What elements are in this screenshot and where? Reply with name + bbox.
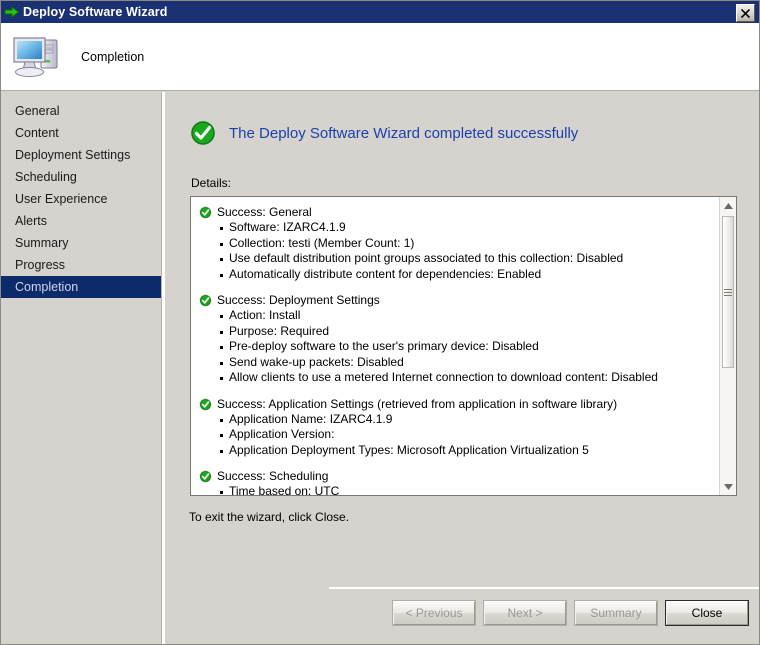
summary-button[interactable]: Summary (575, 601, 657, 625)
exit-instruction: To exit the wizard, click Close. (189, 510, 350, 524)
details-group-header: Success: Scheduling (199, 469, 718, 484)
list-item: Collection: testi (Member Count: 1) (220, 236, 718, 252)
sidebar: General Content Deployment Settings Sche… (1, 92, 161, 644)
sidebar-item-alerts[interactable]: Alerts (1, 210, 161, 232)
sidebar-item-progress[interactable]: Progress (1, 254, 161, 276)
details-list-box[interactable]: Success: General Software: IZARC4.1.9 Co… (190, 196, 737, 496)
success-headline: The Deploy Software Wizard completed suc… (229, 124, 579, 142)
list-item: Time based on: UTC (220, 484, 718, 495)
next-button[interactable]: Next > (484, 601, 566, 625)
details-group-header: Success: General (199, 205, 718, 220)
scroll-down-arrow-glyph (723, 483, 733, 490)
list-item: Application Version: (220, 427, 718, 443)
sidebar-item-summary[interactable]: Summary (1, 232, 161, 254)
sidebar-item-deployment-settings[interactable]: Deployment Settings (1, 144, 161, 166)
details-group-items: Application Name: IZARC4.1.9 Application… (199, 412, 718, 459)
details-group-title: Success: Scheduling (217, 469, 329, 483)
details-group-items: Time based on: UTC Available Time: As so… (199, 484, 718, 495)
list-item: Pre-deploy software to the user's primar… (220, 339, 718, 355)
success-check-icon (199, 206, 212, 219)
success-check-icon (190, 120, 216, 146)
scrollbar-track[interactable] (720, 214, 736, 478)
list-item: Software: IZARC4.1.9 (220, 220, 718, 236)
sidebar-item-general[interactable]: General (1, 100, 161, 122)
titlebar: Deploy Software Wizard (1, 1, 759, 23)
sidebar-item-scheduling[interactable]: Scheduling (1, 166, 161, 188)
list-item: Application Deployment Types: Microsoft … (220, 443, 718, 459)
success-check-icon (199, 398, 212, 410)
close-icon[interactable] (736, 4, 755, 22)
details-group-title: Success: Deployment Settings (217, 293, 380, 307)
deploy-software-wizard-window: Deploy Software Wizard Completion Genera… (0, 0, 760, 645)
success-check-icon (199, 294, 212, 307)
green-arrow-icon (4, 5, 20, 19)
content-pane: The Deploy Software Wizard completed suc… (165, 92, 759, 644)
close-button[interactable]: Close (666, 601, 748, 625)
details-group-items: Action: Install Purpose: Required Pre-de… (199, 308, 718, 386)
details-group-general: Success: General Software: IZARC4.1.9 Co… (199, 205, 718, 282)
footer-separator (329, 587, 759, 589)
close-x-glyph (741, 8, 750, 18)
details-group-deployment-settings: Success: Deployment Settings Action: Ins… (199, 293, 718, 386)
sidebar-item-user-experience[interactable]: User Experience (1, 188, 161, 210)
details-group-items: Software: IZARC4.1.9 Collection: testi (… (199, 220, 718, 282)
page-title: Completion (81, 49, 145, 64)
computer-icon (13, 36, 58, 77)
details-list-content: Success: General Software: IZARC4.1.9 Co… (191, 197, 718, 495)
scroll-up-arrow-glyph (723, 202, 733, 209)
details-group-scheduling: Success: Scheduling Time based on: UTC A… (199, 469, 718, 495)
scroll-up-arrow-icon[interactable] (720, 197, 736, 214)
details-group-title: Success: General (217, 205, 312, 219)
list-item: Allow clients to use a metered Internet … (220, 370, 718, 386)
previous-button[interactable]: < Previous (393, 601, 475, 625)
details-scrollbar[interactable] (719, 197, 736, 495)
scrollbar-thumb[interactable] (722, 216, 734, 368)
sidebar-item-content[interactable]: Content (1, 122, 161, 144)
footer-buttons: < Previous Next > Summary Close (393, 601, 748, 625)
details-group-application-settings: Success: Application Settings (retrieved… (199, 397, 718, 459)
list-item: Send wake-up packets: Disabled (220, 355, 718, 371)
list-item: Automatically distribute content for dep… (220, 267, 718, 283)
details-group-header: Success: Application Settings (retrieved… (199, 397, 718, 412)
list-item: Purpose: Required (220, 324, 718, 340)
list-item: Action: Install (220, 308, 718, 324)
list-item: Use default distribution point groups as… (220, 251, 718, 267)
success-check-icon (199, 470, 212, 483)
details-group-title: Success: Application Settings (retrieved… (217, 396, 618, 411)
header-banner: Completion (1, 23, 759, 91)
success-headline-row: The Deploy Software Wizard completed suc… (189, 119, 578, 147)
sidebar-item-completion[interactable]: Completion (1, 276, 161, 298)
details-group-header: Success: Deployment Settings (199, 293, 718, 308)
details-label: Details: (191, 176, 232, 190)
scroll-down-arrow-icon[interactable] (720, 478, 736, 495)
list-item: Application Name: IZARC4.1.9 (220, 412, 718, 428)
window-title: Deploy Software Wizard (23, 5, 168, 19)
scrollbar-grip (724, 287, 732, 298)
